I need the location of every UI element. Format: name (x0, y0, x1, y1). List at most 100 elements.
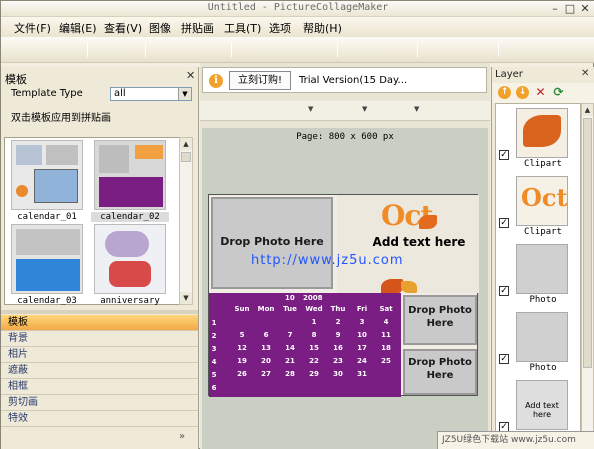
calendar-day: 20 (261, 357, 271, 365)
menu-options[interactable]: 选项 (269, 20, 291, 36)
canvas-toolbar: ▼ ▼ ▼ (200, 101, 490, 121)
app-window: Untitled - PictureCollageMaker – □ ✕ 文件(… (0, 0, 594, 449)
scroll-thumb[interactable] (181, 152, 191, 162)
layer-panel: Layer ✕ ↑ ↓ ✕ ⟳ ✓ Clipart Oct ✓ Clipart (491, 67, 594, 449)
layer-up-icon[interactable]: ↑ (498, 86, 511, 99)
layer-panel-title: Layer (495, 69, 523, 80)
layer-visibility-checkbox[interactable]: ✓ (499, 286, 509, 296)
layer-label: Photo (529, 295, 557, 305)
window-title: Untitled - PictureCollageMaker (207, 2, 389, 13)
calendar-day: 7 (287, 331, 293, 339)
leaf-clipart (401, 281, 417, 293)
menu-view[interactable]: 查看(V) (104, 20, 142, 36)
thumb-flowers (109, 261, 151, 287)
collage-page[interactable]: Drop Photo Here Oct Add text here 10 200… (208, 194, 479, 397)
expand-icon[interactable]: » (179, 431, 185, 442)
layer-label: Clipart (524, 159, 562, 169)
menu-collage[interactable]: 拼贴画 (181, 20, 214, 36)
chevron-down-icon[interactable]: ▼ (178, 88, 191, 100)
category-masks[interactable]: 遮蔽 (1, 363, 198, 379)
calendar-day: 12 (237, 344, 247, 352)
calendar-day: 14 (285, 344, 295, 352)
thumb-calendar (16, 259, 80, 291)
calendar-day: 15 (309, 344, 319, 352)
calendar-month: 10 (285, 294, 295, 302)
layer-item[interactable]: ✓ Photo (496, 240, 582, 306)
order-now-button[interactable]: 立刻订购! (229, 71, 291, 90)
dropdown-arrow-icon[interactable]: ▼ (308, 105, 313, 113)
layer-visibility-checkbox[interactable]: ✓ (499, 354, 509, 364)
oct-clipart: Oct (521, 183, 568, 212)
layer-scrollbar[interactable]: ▲ (581, 103, 594, 449)
layer-thumbnail (516, 312, 568, 362)
close-button[interactable]: ✕ (578, 2, 592, 15)
toolbar-separator (498, 43, 499, 57)
template-calendar-02[interactable]: calendar_02 (91, 140, 169, 222)
layer-item[interactable]: Oct ✓ Clipart (496, 172, 582, 238)
template-anniversary[interactable]: anniversary (91, 224, 169, 306)
scroll-up-icon[interactable]: ▲ (582, 104, 593, 116)
template-calendar-01[interactable]: calendar_01 (8, 140, 86, 222)
menu-help[interactable]: 帮助(H) (303, 20, 342, 36)
thumb-photo (99, 145, 129, 173)
scroll-up-icon[interactable]: ▲ (180, 138, 192, 150)
category-effects[interactable]: 特效 (1, 411, 198, 427)
menu-tools[interactable]: 工具(T) (224, 20, 261, 36)
category-frames[interactable]: 相框 (1, 379, 198, 395)
toolbar-separator (417, 43, 418, 57)
layer-close-icon[interactable]: ✕ (581, 68, 589, 79)
template-type-select[interactable]: all ▼ (110, 87, 192, 101)
refresh-icon[interactable]: ⟳ (552, 86, 565, 99)
thumb-decoration (16, 185, 28, 197)
layer-item[interactable]: ✓ Clipart (496, 104, 582, 170)
thumb-heart (105, 231, 149, 257)
calendar-day: 11 (381, 331, 391, 339)
scroll-down-icon[interactable]: ▼ (180, 292, 192, 304)
category-clipart[interactable]: 剪切画 (1, 395, 198, 411)
trial-bar: i 立刻订购! Trial Version(15 Day... (202, 67, 487, 93)
minimize-button[interactable]: – (548, 2, 562, 15)
calendar-week-number: 1 (211, 319, 217, 327)
calendar-weekday: Sun (234, 305, 250, 313)
photo-placeholder[interactable]: Drop Photo Here (211, 197, 333, 289)
dropdown-arrow-icon[interactable]: ▼ (362, 105, 367, 113)
layer-down-icon[interactable]: ↓ (516, 86, 529, 99)
menu-image[interactable]: 图像 (149, 20, 171, 36)
layer-thumbnail (516, 108, 568, 158)
dropdown-arrow-icon[interactable]: ▼ (414, 105, 419, 113)
layer-visibility-checkbox[interactable]: ✓ (499, 218, 509, 228)
delete-icon[interactable]: ✕ (534, 86, 547, 99)
photo-placeholder[interactable]: Drop Photo Here (403, 349, 477, 395)
layer-item[interactable]: ✓ Photo (496, 308, 582, 374)
layer-label: Photo (529, 363, 557, 373)
panel-close-icon[interactable]: ✕ (186, 69, 195, 82)
thumb-photo (16, 229, 80, 255)
maximize-button[interactable]: □ (563, 2, 577, 15)
calendar-year: 2008 (303, 294, 323, 302)
splitter[interactable] (1, 310, 198, 314)
calendar-day: 25 (381, 357, 391, 365)
category-photos[interactable]: 相片 (1, 347, 198, 363)
leaf-clipart (523, 115, 561, 147)
photo-placeholder[interactable]: Drop Photo Here (403, 295, 477, 345)
layer-list: ✓ Clipart Oct ✓ Clipart ✓ Photo ✓ Photo (495, 103, 581, 449)
category-backgrounds[interactable]: 背景 (1, 331, 198, 347)
template-type-label: Template Type (11, 88, 83, 99)
layer-visibility-checkbox[interactable]: ✓ (499, 150, 509, 160)
category-templates[interactable]: 模板 (1, 315, 198, 331)
calendar-weekday: Mon (257, 305, 275, 313)
scroll-thumb[interactable] (583, 118, 592, 368)
menu-edit[interactable]: 编辑(E) (59, 20, 97, 36)
panel-title: 模板 (5, 73, 27, 86)
toolbar (1, 37, 594, 63)
template-calendar-03[interactable]: calendar_03 (8, 224, 86, 306)
calendar-block[interactable]: 10 2008 Sun Mon Tue Wed Thu Fri Sat 1 2 3 4 5 6 7 8 9 10… (209, 293, 401, 397)
add-text-box[interactable]: Add text here (359, 235, 479, 249)
template-scrollbar[interactable]: ▲ ▼ (179, 137, 193, 305)
template-thumbnail (94, 140, 166, 210)
thumb-photo (46, 145, 78, 165)
menu-file[interactable]: 文件(F) (14, 20, 51, 36)
template-thumbnail (11, 224, 83, 294)
template-label: calendar_02 (91, 212, 169, 222)
drop-photo-text: Drop Photo Here (408, 357, 472, 381)
